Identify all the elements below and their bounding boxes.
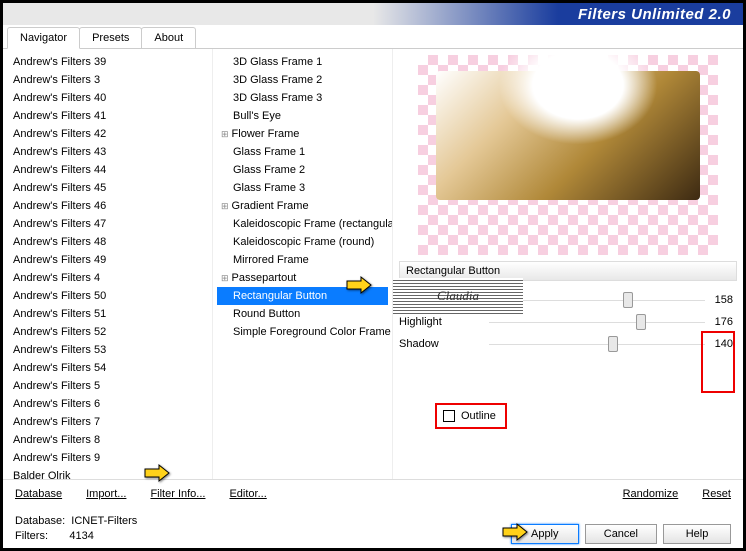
list-item[interactable]: Andrew's Filters 53 [7,341,208,359]
footer: Database: ICNET-Filters Filters: 4134 Ap… [3,508,743,550]
pointer-arrow-icon [501,522,529,542]
list-item[interactable]: Mirrored Frame [217,251,388,269]
db-label: Database: [15,515,65,527]
toolbar: Database Import... Filter Info... Editor… [3,479,743,508]
list-item[interactable]: Glass Frame 3 [217,179,388,197]
reset-button[interactable]: Reset [702,488,731,500]
param-value: 158 [705,294,737,306]
list-item[interactable]: Andrew's Filters 51 [7,305,208,323]
list-item[interactable]: Andrew's Filters 46 [7,197,208,215]
category-list[interactable]: Andrew's Filters 39Andrew's Filters 3And… [3,49,213,479]
filters-label: Filters: [15,530,48,542]
tab-about[interactable]: About [141,27,196,48]
list-item[interactable]: Andrew's Filters 3 [7,71,208,89]
list-item[interactable]: Andrew's Filters 47 [7,215,208,233]
param-value: 176 [705,316,737,328]
list-item[interactable]: Simple Foreground Color Frame [217,323,388,341]
list-item[interactable]: Andrew's Filters 39 [7,53,208,71]
list-item[interactable]: Andrew's Filters 41 [7,107,208,125]
preview-image [418,55,718,255]
list-item[interactable]: Balder Olrik [7,467,208,479]
list-item[interactable]: Andrew's Filters 4 [7,269,208,287]
list-item[interactable]: Round Button [217,305,388,323]
editor-button[interactable]: Editor... [229,488,266,500]
db-name: ICNET-Filters [71,515,137,527]
highlight-outline-annotation: Outline [435,403,507,429]
list-item[interactable]: Glass Frame 2 [217,161,388,179]
list-item[interactable]: Andrew's Filters 8 [7,431,208,449]
app-title: Filters Unlimited 2.0 [578,6,731,23]
list-item[interactable]: 3D Glass Frame 2 [217,71,388,89]
database-button[interactable]: Database [15,488,62,500]
titlebar: Filters Unlimited 2.0 [3,3,743,25]
list-item[interactable]: Kaleidoscopic Frame (rectangular) [217,215,388,233]
param-label: Shadow [399,338,489,350]
tab-navigator[interactable]: Navigator [7,27,80,49]
list-item[interactable]: Andrew's Filters 42 [7,125,208,143]
list-item[interactable]: Kaleidoscopic Frame (round) [217,233,388,251]
list-item[interactable]: Andrew's Filters 50 [7,287,208,305]
list-item[interactable]: Andrew's Filters 44 [7,161,208,179]
list-item[interactable]: 3D Glass Frame 3 [217,89,388,107]
param-slider[interactable] [489,313,705,331]
param-label: Highlight [399,316,489,328]
list-item[interactable]: Bull's Eye [217,107,388,125]
list-item[interactable]: Andrew's Filters 48 [7,233,208,251]
filters-count: 4134 [69,530,93,542]
list-item[interactable]: Gradient Frame [217,197,388,215]
highlight-values-annotation [701,331,735,393]
list-item[interactable]: Andrew's Filters 45 [7,179,208,197]
list-item[interactable]: Andrew's Filters 43 [7,143,208,161]
list-item[interactable]: Andrew's Filters 7 [7,413,208,431]
list-item[interactable]: Andrew's Filters 6 [7,395,208,413]
list-item[interactable]: Andrew's Filters 52 [7,323,208,341]
param-slider[interactable] [489,335,705,353]
list-item[interactable]: 3D Glass Frame 1 [217,53,388,71]
list-item[interactable]: Andrew's Filters 54 [7,359,208,377]
pointer-arrow-icon [345,275,373,295]
randomize-button[interactable]: Randomize [623,488,679,500]
list-item[interactable]: Andrew's Filters 40 [7,89,208,107]
list-item[interactable]: Andrew's Filters 49 [7,251,208,269]
effect-list[interactable]: 3D Glass Frame 13D Glass Frame 23D Glass… [213,49,393,479]
filterinfo-button[interactable]: Filter Info... [150,488,205,500]
list-item[interactable]: Andrew's Filters 9 [7,449,208,467]
param-row: Highlight 176 [399,311,737,333]
watermark: Claudia [393,278,523,314]
list-item[interactable]: Andrew's Filters 5 [7,377,208,395]
list-item[interactable]: Flower Frame [217,125,388,143]
help-button[interactable]: Help [663,524,731,544]
list-item[interactable]: Glass Frame 1 [217,143,388,161]
param-row: Shadow140 [399,333,737,355]
outline-checkbox[interactable] [443,410,455,422]
tab-presets[interactable]: Presets [79,27,142,48]
cancel-button[interactable]: Cancel [585,524,657,544]
outline-label: Outline [461,410,496,422]
import-button[interactable]: Import... [86,488,126,500]
tabstrip: Navigator Presets About [3,27,743,49]
pointer-arrow-icon [143,463,171,483]
